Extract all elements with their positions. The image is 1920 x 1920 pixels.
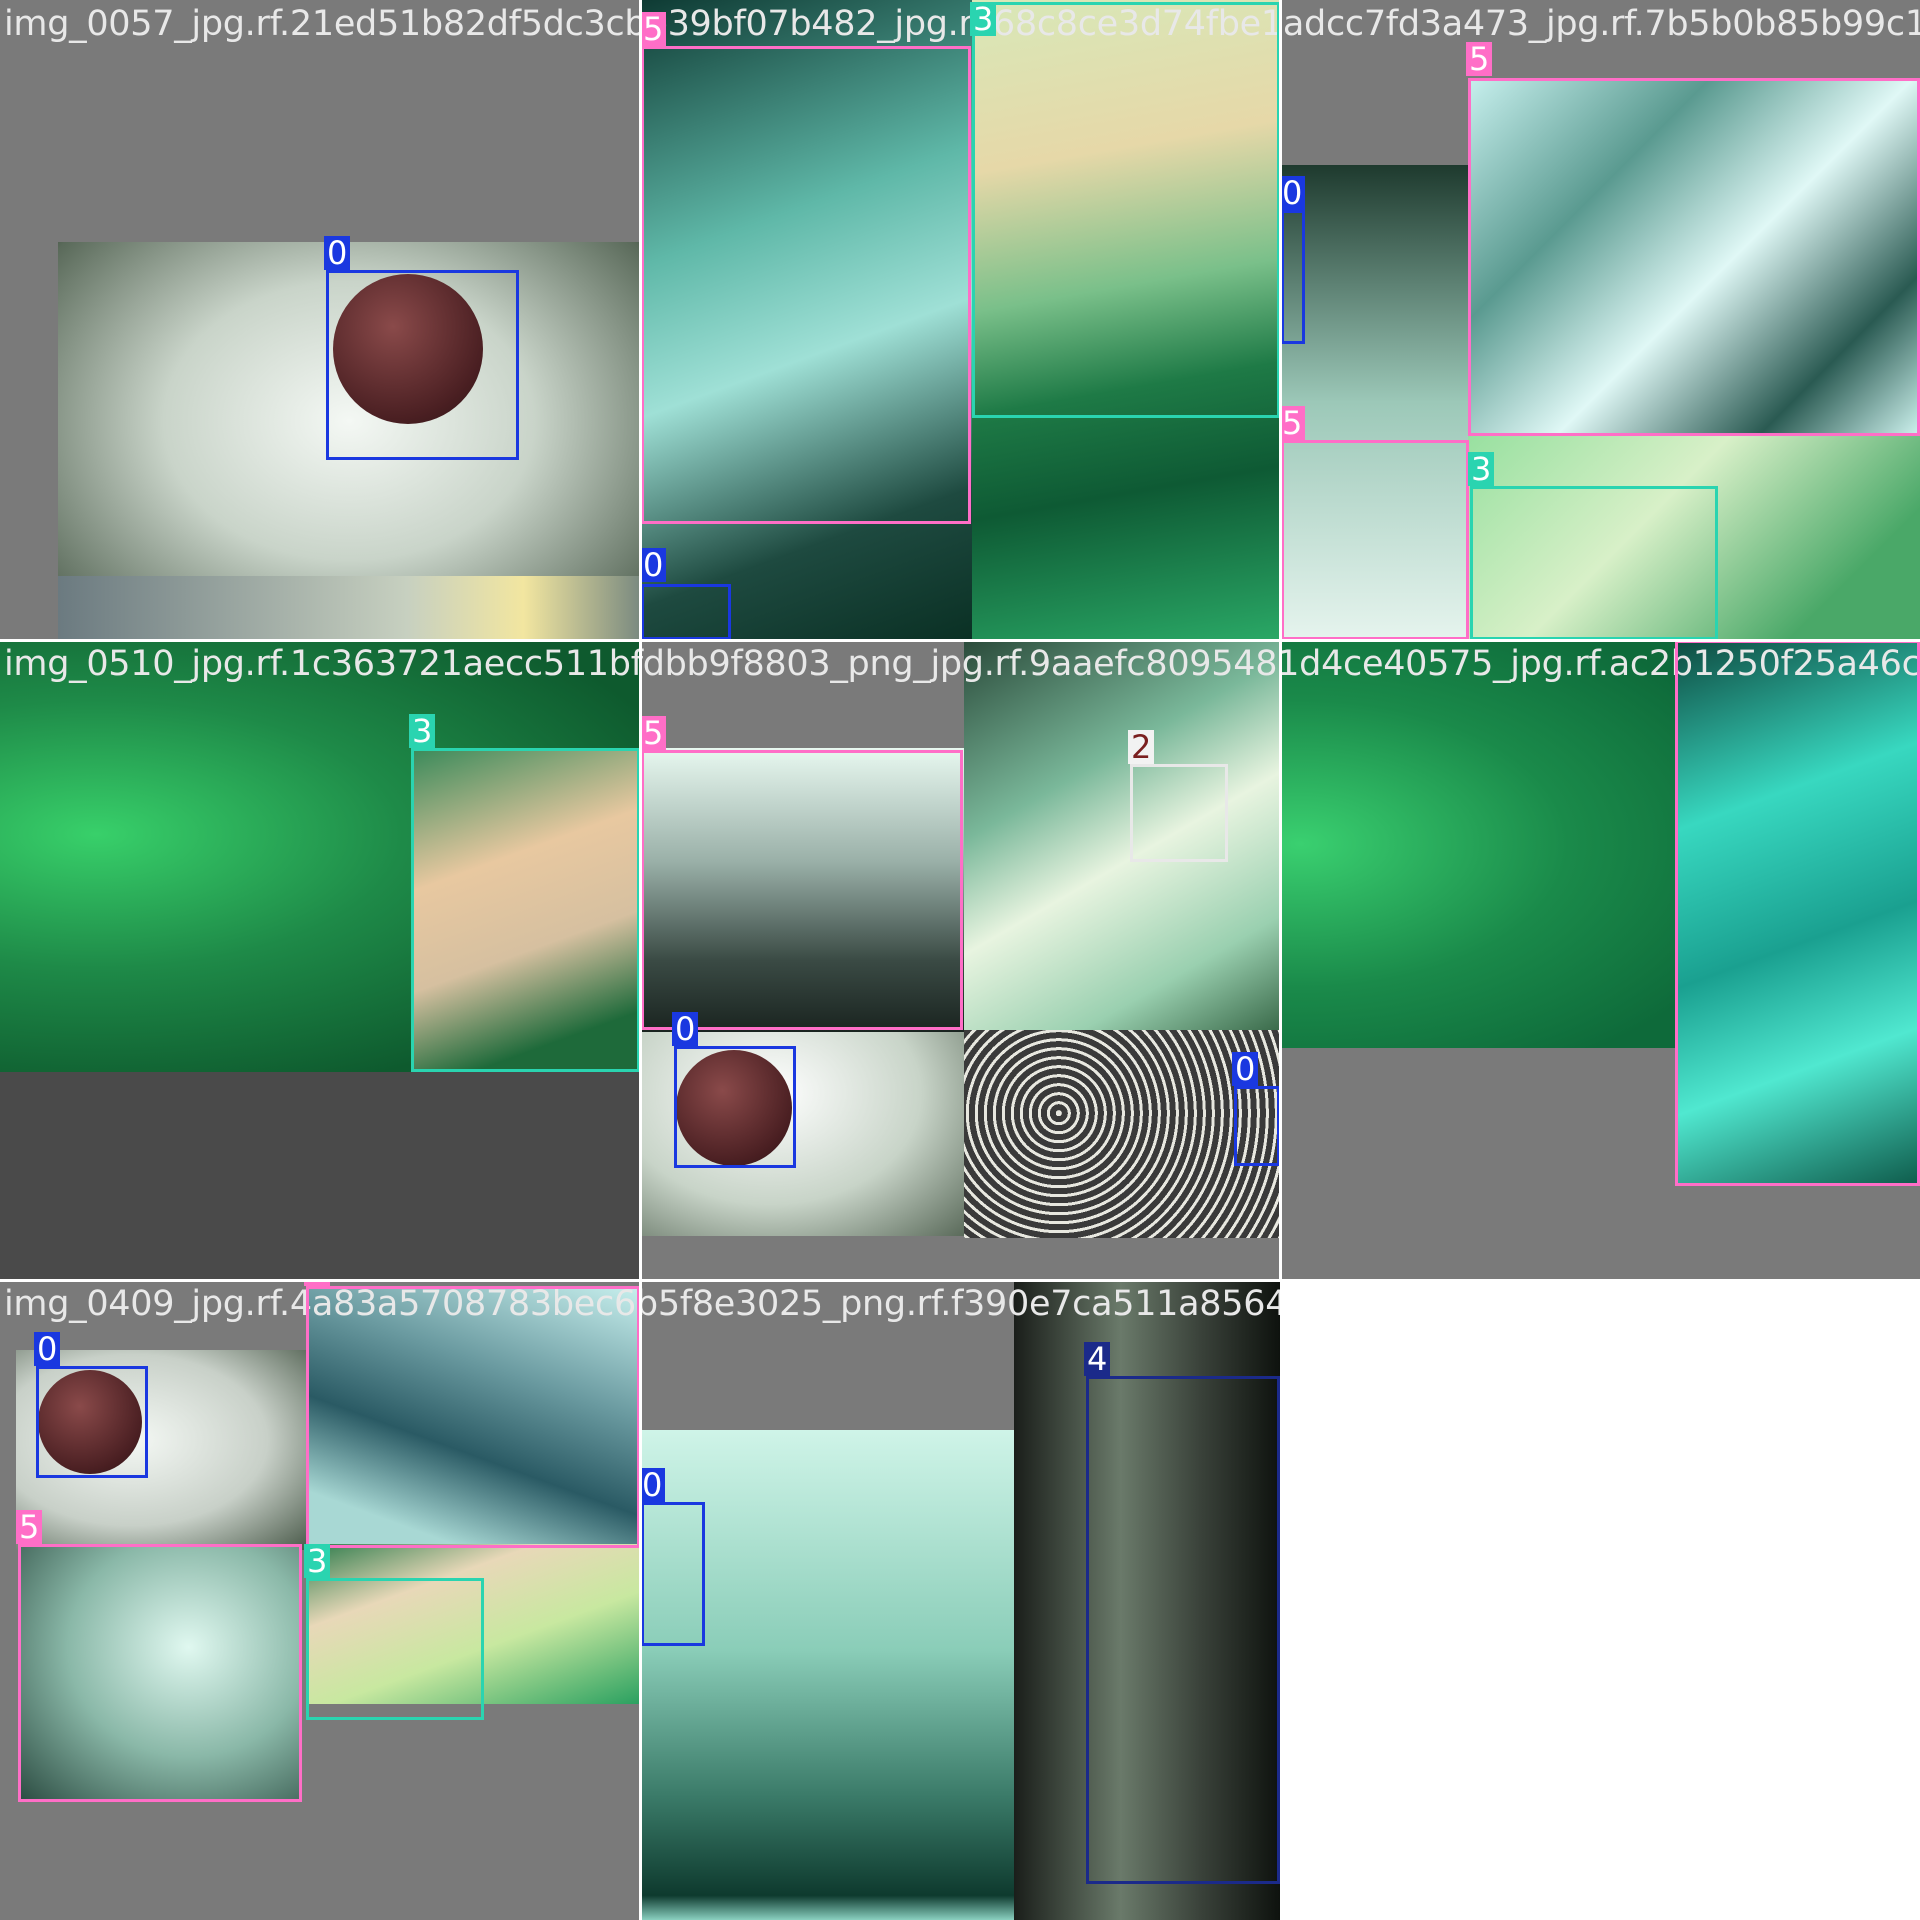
tile-caption: img_0510_jpg.rf.1c363721aecc511bfdbb9f88…	[4, 644, 1920, 684]
bbox-label: 0	[1279, 176, 1306, 210]
bbox-label: 4	[1084, 1342, 1111, 1376]
bbox-class-4	[1086, 1376, 1280, 1884]
photo-green-pipe-bottom	[0, 1072, 640, 1280]
tile-caption: img_0057_jpg.rf.21ed51b82df5dc3cbe39bf07…	[4, 4, 1920, 44]
mosaic-tile-2: 3 5 0 2 0 5 img_0510_jpg.rf.1c363721aecc…	[0, 640, 1920, 1280]
ground-strip	[58, 576, 640, 640]
bbox-class-5	[18, 1544, 302, 1802]
bbox-label: 0	[639, 1468, 666, 1502]
bbox-class-5	[1281, 440, 1469, 640]
bbox-label: 0	[1232, 1052, 1259, 1086]
bbox-class-5	[1675, 640, 1920, 1186]
bbox-label: 0	[640, 548, 667, 582]
photo-target	[964, 640, 1280, 1030]
grid-divider	[0, 1279, 1920, 1282]
bbox-class-0	[1281, 210, 1305, 344]
photo-green-blur	[1280, 640, 1680, 1048]
bbox-class-3	[972, 2, 1280, 418]
bbox-label: 3	[970, 2, 997, 36]
bbox-class-5	[306, 1286, 640, 1548]
bbox-class-0	[674, 1046, 796, 1168]
bbox-class-3	[1470, 486, 1718, 640]
bbox-class-0	[36, 1366, 148, 1478]
bbox-label: 5	[640, 716, 667, 750]
grid-divider	[0, 639, 1920, 642]
mosaic-tile-1: 0 5 0 3 0 5 5 3 img_0057_jpg.rf.21ed51b8…	[0, 0, 1920, 640]
bbox-label: 3	[304, 1544, 331, 1578]
tile-caption: img_0409_jpg.rf.4a83a5708783bec6b5f8e302…	[4, 1284, 1280, 1324]
bbox-label: 0	[34, 1332, 61, 1366]
bbox-class-3	[306, 1578, 484, 1720]
bbox-label: 3	[1468, 452, 1495, 486]
grid-divider	[639, 0, 642, 1920]
bbox-label: 0	[324, 236, 351, 270]
bbox-label: 0	[672, 1012, 699, 1046]
bbox-class-0	[641, 1502, 705, 1646]
bbox-class-2	[1130, 764, 1228, 862]
bbox-label: 5	[1279, 406, 1306, 440]
bbox-class-0	[641, 584, 731, 640]
bbox-class-0	[1234, 1086, 1280, 1166]
bbox-class-0	[326, 270, 519, 460]
bbox-class-5	[1468, 78, 1920, 436]
bbox-class-5	[641, 750, 963, 1030]
bbox-class-3	[411, 748, 640, 1072]
bbox-class-5	[641, 46, 971, 524]
bbox-label: 5	[1466, 42, 1493, 76]
bbox-label: 5	[640, 12, 667, 46]
bbox-label: 5	[16, 1510, 43, 1544]
bbox-label: 2	[1128, 730, 1155, 764]
bbox-label: 3	[409, 714, 436, 748]
